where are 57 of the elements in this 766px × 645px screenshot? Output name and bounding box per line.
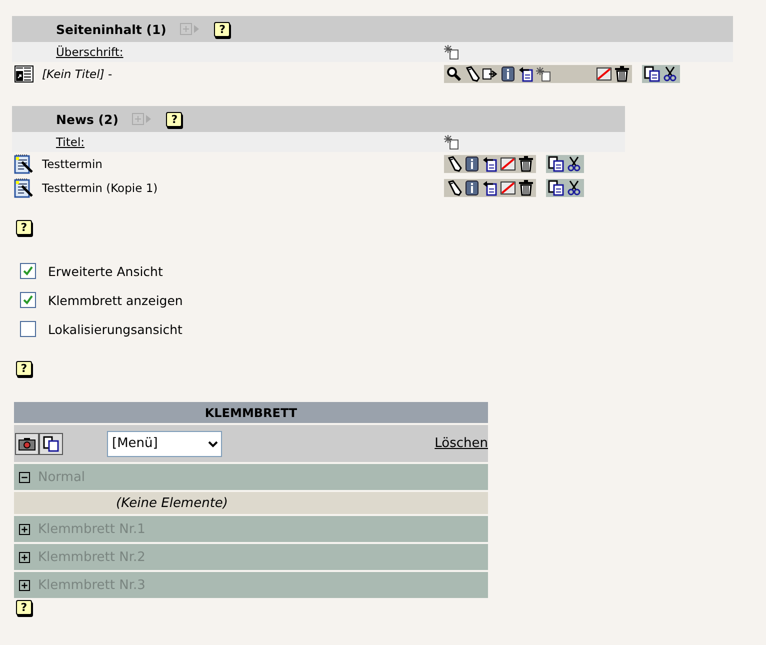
expand-icon[interactable] <box>19 552 30 562</box>
notepad-icon[interactable] <box>14 178 34 198</box>
hide-icon[interactable] <box>596 66 612 82</box>
notepad-icon[interactable] <box>14 154 34 174</box>
trash-icon[interactable] <box>518 180 534 196</box>
clear-link[interactable]: Löschen <box>434 436 488 451</box>
page-arrow-icon[interactable] <box>482 66 498 82</box>
help-icon[interactable]: ? <box>214 22 230 36</box>
document-arrow-icon[interactable] <box>482 156 498 172</box>
help-icon[interactable]: ? <box>16 361 32 376</box>
menu-dropdown[interactable]: [Menü] <box>107 430 222 456</box>
info-icon[interactable] <box>500 66 516 82</box>
scissors-icon[interactable] <box>662 66 678 82</box>
pencil-icon[interactable] <box>446 156 462 172</box>
trash-icon[interactable] <box>518 156 534 172</box>
expand-icon[interactable] <box>19 524 30 534</box>
new-record-icon[interactable] <box>444 134 460 150</box>
help-icon[interactable]: ? <box>16 220 32 235</box>
camera-icon[interactable] <box>15 432 39 454</box>
empty-note: (Keine Elemente) <box>116 496 228 510</box>
clipboard-title: KLEMMBRETT <box>14 402 488 423</box>
collapse-icon[interactable] <box>19 472 30 482</box>
scissors-icon[interactable] <box>566 180 582 196</box>
table-title: News (2) <box>56 112 118 126</box>
copy-icon[interactable] <box>39 432 63 454</box>
copy-icon[interactable] <box>644 66 660 82</box>
hide-icon[interactable] <box>500 180 516 196</box>
pencil-icon[interactable] <box>446 180 462 196</box>
document-arrow-icon[interactable] <box>482 180 498 196</box>
document-arrow-icon[interactable] <box>518 66 534 82</box>
expand-icon[interactable] <box>19 580 30 590</box>
option-label: Lokalisierungsansicht <box>48 322 182 336</box>
hide-icon[interactable] <box>500 156 516 172</box>
info-icon[interactable] <box>464 156 480 172</box>
record-title: Testtermin <box>42 157 102 171</box>
column-header[interactable]: Überschrift: <box>56 45 124 59</box>
record-title: [Kein Titel] - <box>42 67 112 81</box>
copy-icon[interactable] <box>548 156 564 172</box>
help-icon[interactable]: ? <box>166 112 182 126</box>
checkbox[interactable] <box>20 321 36 337</box>
checkbox[interactable] <box>20 292 36 308</box>
info-icon[interactable] <box>464 180 480 196</box>
pencil-icon[interactable] <box>464 66 480 82</box>
option-label: Erweiterte Ansicht <box>48 264 163 278</box>
trash-icon[interactable] <box>614 66 630 82</box>
record-title: Testtermin (Kopie 1) <box>42 181 158 195</box>
magnifier-icon[interactable] <box>446 66 462 82</box>
scissors-icon[interactable] <box>566 156 582 172</box>
help-icon[interactable]: ? <box>16 600 32 615</box>
table-title: Seiteninhalt (1) <box>56 22 166 36</box>
column-header[interactable]: Titel: <box>56 135 85 149</box>
option-label: Klemmbrett anzeigen <box>48 292 183 308</box>
new-record-icon[interactable] <box>444 44 460 60</box>
copy-icon[interactable] <box>548 180 564 196</box>
content-element-icon[interactable] <box>14 65 34 83</box>
checkbox[interactable] <box>20 263 36 279</box>
new-record-icon[interactable] <box>536 66 552 82</box>
